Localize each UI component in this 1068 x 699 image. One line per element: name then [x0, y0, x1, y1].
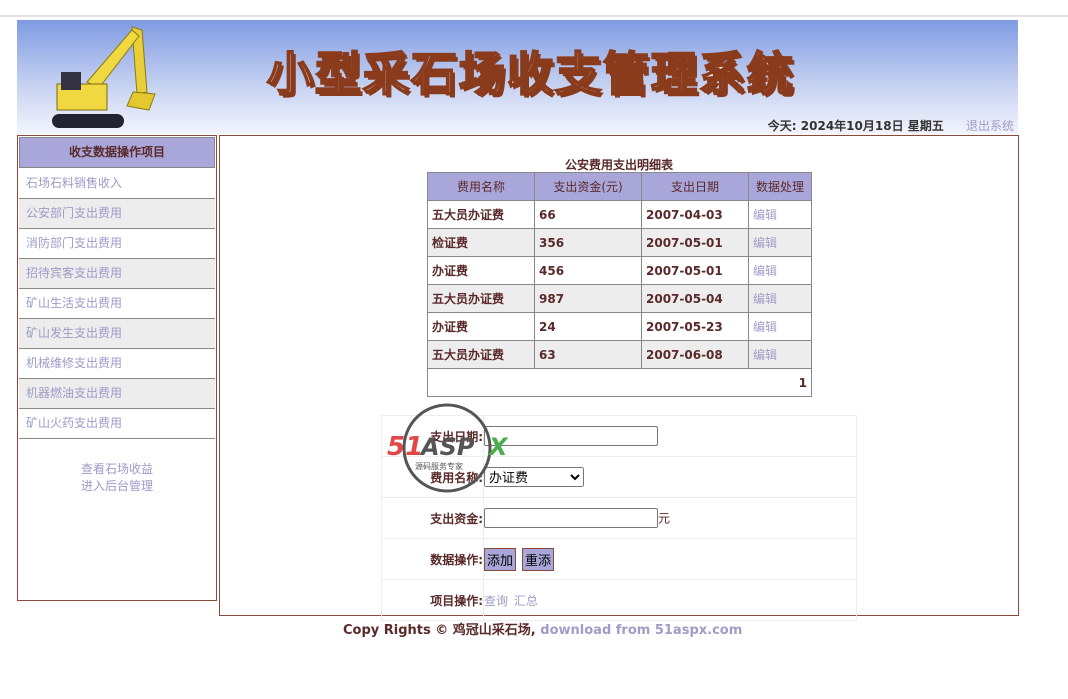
item-ops-label: 项目操作:	[381, 579, 484, 621]
sidebar-item[interactable]: 招待宾客支出费用	[19, 259, 215, 289]
table-row: 检证费 356 2007-05-01 编辑	[427, 228, 812, 257]
main-panel: 公安费用支出明细表 费用名称 支出资金(元) 支出日期 数据处理 五大员办证费 6…	[219, 135, 1019, 621]
watermark-logo: 51 ASP X 源码服务专家	[387, 403, 509, 493]
column-header: 支出资金(元)	[534, 172, 642, 201]
table-row: 五大员办证费 66 2007-04-03 编辑	[427, 200, 812, 229]
query-link[interactable]: 查询	[484, 594, 508, 608]
svg-text:ASP: ASP	[419, 433, 475, 461]
table-row: 办证费 456 2007-05-01 编辑	[427, 256, 812, 285]
table-row: 办证费 24 2007-05-23 编辑	[427, 312, 812, 341]
table-cell: 2007-05-04	[641, 284, 749, 313]
amount-unit: 元	[658, 511, 671, 526]
sidebar-item[interactable]: 石场石料销售收入	[19, 169, 215, 199]
column-header: 支出日期	[641, 172, 749, 201]
table-cell: 2007-05-01	[641, 228, 749, 257]
view-profit-link[interactable]: 查看石场收益	[18, 461, 216, 478]
page-number[interactable]: 1	[427, 368, 812, 397]
reset-button[interactable]: 重添	[522, 547, 555, 571]
amount-input[interactable]	[484, 508, 658, 528]
edit-link[interactable]: 编辑	[748, 200, 812, 229]
edit-link[interactable]: 编辑	[748, 312, 812, 341]
ops-label: 数据操作:	[381, 538, 484, 580]
sidebar-item[interactable]: 矿山生活支出费用	[19, 289, 215, 319]
table-cell: 检证费	[427, 228, 535, 257]
table-cell: 五大员办证费	[427, 340, 535, 369]
sidebar-item[interactable]: 公安部门支出费用	[19, 199, 215, 229]
table-cell: 356	[534, 228, 642, 257]
date-value: 2024年10月18日	[800, 119, 904, 133]
today-label: 今天:	[767, 119, 797, 133]
sidebar-title: 收支数据操作项目	[19, 137, 215, 168]
edit-link[interactable]: 编辑	[748, 284, 812, 313]
sidebar-item[interactable]: 矿山发生支出费用	[19, 319, 215, 349]
copyright-text: Copy Rights © 鸡冠山采石场,	[343, 623, 536, 638]
expense-table: 费用名称 支出资金(元) 支出日期 数据处理 五大员办证费 66 2007-04-0…	[427, 172, 812, 397]
table-cell: 2007-04-03	[641, 200, 749, 229]
table-cell: 987	[534, 284, 642, 313]
date-display: 今天: 2024年10月18日 星期五 退出系统	[768, 117, 1014, 134]
table-caption: 公安费用支出明细表	[564, 158, 673, 172]
sidebar-item[interactable]: 机器燃油支出费用	[19, 379, 215, 409]
edit-link[interactable]: 编辑	[748, 228, 812, 257]
table-cell: 2007-06-08	[641, 340, 749, 369]
edit-link[interactable]: 编辑	[748, 340, 812, 369]
app-title: 小型采石场收支管理系统	[266, 46, 795, 102]
table-cell: 2007-05-23	[641, 312, 749, 341]
svg-text:源码服务专家: 源码服务专家	[415, 461, 463, 471]
svg-text:X: X	[487, 433, 509, 461]
sidebar-item[interactable]: 矿山火药支出费用	[19, 409, 215, 439]
table-cell: 456	[534, 256, 642, 285]
table-cell: 办证费	[427, 256, 535, 285]
weekday-value: 星期五	[907, 119, 944, 133]
sidebar-item[interactable]: 消防部门支出费用	[19, 229, 215, 259]
table-cell: 24	[534, 312, 642, 341]
browser-divider	[0, 15, 1068, 17]
table-cell: 办证费	[427, 312, 535, 341]
table-cell: 2007-05-01	[641, 256, 749, 285]
sidebar-item[interactable]: 机械维修支出费用	[19, 349, 215, 379]
table-cell: 66	[534, 200, 642, 229]
table-row: 五大员办证费 987 2007-05-04 编辑	[427, 284, 812, 313]
table-cell: 五大员办证费	[427, 284, 535, 313]
amount-label: 支出资金:	[381, 497, 484, 539]
table-cell: 五大员办证费	[427, 200, 535, 229]
sidebar: 收支数据操作项目 石场石料销售收入 公安部门支出费用 消防部门支出费用 招待宾客…	[17, 135, 217, 601]
svg-text:51: 51	[387, 432, 423, 462]
excavator-icon	[52, 26, 156, 128]
download-link[interactable]: download from 51aspx.com	[540, 623, 742, 638]
header-banner: 小型采石场收支管理系统 今天: 2024年10月18日 星期五 退出系统	[17, 20, 1018, 134]
footer: Copy Rights © 鸡冠山采石场, download from 51as…	[343, 619, 742, 638]
add-button[interactable]: 添加	[484, 547, 517, 571]
table-row: 五大员办证费 63 2007-06-08 编辑	[427, 340, 812, 369]
summary-link[interactable]: 汇总	[514, 594, 538, 608]
admin-link[interactable]: 进入后台管理	[18, 478, 216, 495]
logout-link[interactable]: 退出系统	[966, 119, 1014, 133]
column-header: 费用名称	[427, 172, 535, 201]
column-header: 数据处理	[748, 172, 812, 201]
edit-link[interactable]: 编辑	[748, 256, 812, 285]
table-cell: 63	[534, 340, 642, 369]
